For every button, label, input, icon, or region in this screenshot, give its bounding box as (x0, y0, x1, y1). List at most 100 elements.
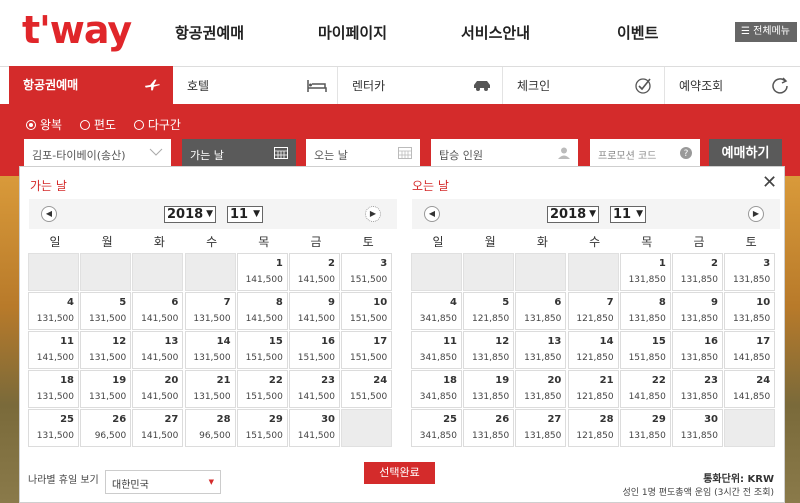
calendar-day-cell[interactable]: 5 121,850 (463, 292, 515, 330)
day-number: 12 (112, 336, 127, 347)
calendar-day-cell[interactable]: 23 131,850 (672, 370, 723, 408)
next-month-icon[interactable]: ▶ (365, 206, 381, 222)
calendar-day-cell[interactable]: 12 131,500 (80, 331, 132, 369)
country-select[interactable]: 대한민국 ▼ (105, 470, 221, 494)
calendar-day-cell[interactable]: 6 131,850 (515, 292, 567, 330)
depart-date-field[interactable]: 가는 날 (182, 139, 296, 169)
trip-roundtrip[interactable]: 왕복 (26, 116, 62, 133)
calendar-day-cell[interactable]: 13 131,850 (515, 331, 567, 369)
calendar-day-cell[interactable]: 15 151,500 (236, 331, 288, 369)
calendar-day-cell[interactable]: 6 141,500 (132, 292, 184, 330)
calendar-day-cell[interactable]: 14 121,850 (567, 331, 619, 369)
calendar-day-cell[interactable]: 10 151,500 (341, 292, 393, 330)
calendar-day-cell[interactable]: 18 131,500 (28, 370, 79, 408)
calendar-day-cell[interactable]: 14 131,500 (184, 331, 236, 369)
calendar-day-cell[interactable]: 28 96,500 (184, 409, 236, 447)
calendar-day-cell[interactable]: 5 131,500 (80, 292, 132, 330)
calendar-day-cell[interactable]: 30 131,850 (672, 409, 723, 447)
prev-month-icon[interactable]: ◀ (424, 206, 440, 222)
passengers-field[interactable]: 탑승 인원 (431, 139, 578, 169)
calendar-day-cell[interactable]: 27 131,850 (515, 409, 567, 447)
calendar-day-cell[interactable]: 21 131,500 (184, 370, 236, 408)
trip-multicity[interactable]: 다구간 (133, 116, 181, 133)
return-year-select[interactable]: 2018 ▼ (547, 206, 599, 223)
calendar-day-cell[interactable]: 10 131,850 (724, 292, 776, 330)
prev-month-icon[interactable]: ◀ (41, 206, 57, 222)
calendar-day-cell[interactable]: 25 341,850 (411, 409, 462, 447)
calendar-day-cell[interactable]: 19 131,850 (463, 370, 515, 408)
calendar-day-cell[interactable]: 9 141,500 (289, 292, 340, 330)
book-button[interactable]: 예매하기 (709, 139, 782, 169)
calendar-day-cell[interactable]: 22 151,500 (236, 370, 288, 408)
tab-rentacar[interactable]: 렌터카 (338, 67, 503, 105)
calendar-day-cell[interactable]: 20 141,500 (132, 370, 184, 408)
tab-checkin[interactable]: 체크인 (503, 67, 665, 105)
calendar-day-cell[interactable]: 2 131,850 (672, 253, 723, 291)
route-select[interactable]: 김포-타이베이(송산) (24, 139, 171, 169)
calendar-day-cell[interactable]: 8 131,850 (619, 292, 671, 330)
calendar-day-cell[interactable]: 24 151,500 (341, 370, 393, 408)
calendar-day-cell[interactable]: 3 151,500 (341, 253, 393, 291)
calendar-day-cell[interactable]: 18 341,850 (411, 370, 462, 408)
day-fare: 131,850 (628, 431, 666, 441)
help-icon[interactable]: ? (680, 147, 692, 159)
calendar-day-cell[interactable]: 16 131,850 (672, 331, 723, 369)
return-month-select[interactable]: 11 ▼ (610, 206, 646, 223)
calendar-day-cell[interactable]: 11 141,500 (28, 331, 79, 369)
calendar-day-cell[interactable]: 13 141,500 (132, 331, 184, 369)
day-number: 19 (112, 375, 127, 386)
calendar-day-cell[interactable]: 16 151,500 (289, 331, 340, 369)
calendar-day-cell[interactable]: 15 151,850 (619, 331, 671, 369)
calendar-day-cell[interactable]: 4 341,850 (411, 292, 462, 330)
calendar-day-cell[interactable]: 28 121,850 (567, 409, 619, 447)
tab-reservation-lookup[interactable]: 예약조회 (665, 67, 800, 105)
calendar-day-cell[interactable]: 27 141,500 (132, 409, 184, 447)
trip-oneway[interactable]: 편도 (79, 116, 116, 133)
calendar-day-cell[interactable]: 29 131,850 (619, 409, 671, 447)
calendar-day-cell[interactable]: 29 151,500 (236, 409, 288, 447)
calendar-day-cell[interactable]: 25 131,500 (28, 409, 79, 447)
day-fare: 151,500 (245, 392, 283, 402)
calendar-day-cell[interactable]: 21 121,850 (567, 370, 619, 408)
calendar-day-cell[interactable]: 1 141,500 (236, 253, 288, 291)
depart-year-select[interactable]: 2018 ▼ (164, 206, 216, 223)
calendar-day-cell[interactable]: 19 131,500 (80, 370, 132, 408)
tab-hotel[interactable]: 호텔 (173, 67, 338, 105)
calendar-day-cell[interactable]: 17 141,850 (724, 331, 776, 369)
nav-flight-booking[interactable]: 항공권예매 (175, 22, 244, 43)
calendar-day-cell[interactable]: 3 131,850 (724, 253, 776, 291)
chevron-down-icon: ▼ (589, 209, 596, 219)
promo-code-field[interactable]: 프로모션 코드 ? (590, 139, 700, 169)
nav-service-info[interactable]: 서비스안내 (461, 22, 530, 43)
all-menu-button[interactable]: ☰ 전체메뉴 (735, 22, 797, 42)
calendar-day-cell[interactable]: 2 141,500 (289, 253, 340, 291)
calendar-day-cell[interactable]: 17 151,500 (341, 331, 393, 369)
calendar-day-cell[interactable]: 30 141,500 (289, 409, 340, 447)
calendar-day-cell[interactable]: 7 121,850 (567, 292, 619, 330)
tway-logo[interactable]: t'way (22, 8, 132, 52)
day-number: 18 (60, 375, 74, 386)
close-icon[interactable]: ✕ (762, 174, 777, 192)
calendar-day-cell[interactable]: 24 141,850 (724, 370, 776, 408)
calendar-day-cell[interactable]: 23 141,500 (289, 370, 340, 408)
depart-month-select[interactable]: 11 ▼ (227, 206, 263, 223)
calendar-day-cell[interactable]: 12 131,850 (463, 331, 515, 369)
calendar-day-cell[interactable]: 1 131,850 (619, 253, 671, 291)
day-fare: 141,500 (141, 431, 179, 441)
calendar-day-cell[interactable]: 20 131,850 (515, 370, 567, 408)
calendar-day-cell[interactable]: 7 131,500 (184, 292, 236, 330)
calendar-day-cell[interactable]: 11 341,850 (411, 331, 462, 369)
calendar-day-cell[interactable]: 26 96,500 (80, 409, 132, 447)
calendar-day-cell[interactable]: 8 141,500 (236, 292, 288, 330)
calendar-day-cell[interactable]: 22 141,850 (619, 370, 671, 408)
day-number: 11 (60, 336, 74, 347)
return-date-field[interactable]: 오는 날 (306, 139, 420, 169)
calendar-day-cell[interactable]: 9 131,850 (672, 292, 723, 330)
calendar-day-cell[interactable]: 4 131,500 (28, 292, 79, 330)
nav-event[interactable]: 이벤트 (617, 22, 658, 43)
tab-flight-booking[interactable]: 항공권예매 (9, 66, 173, 105)
nav-my-page[interactable]: 마이페이지 (318, 22, 387, 43)
next-month-icon[interactable]: ▶ (748, 206, 764, 222)
calendar-day-cell[interactable]: 26 131,850 (463, 409, 515, 447)
confirm-selection-button[interactable]: 선택완료 (364, 462, 435, 484)
